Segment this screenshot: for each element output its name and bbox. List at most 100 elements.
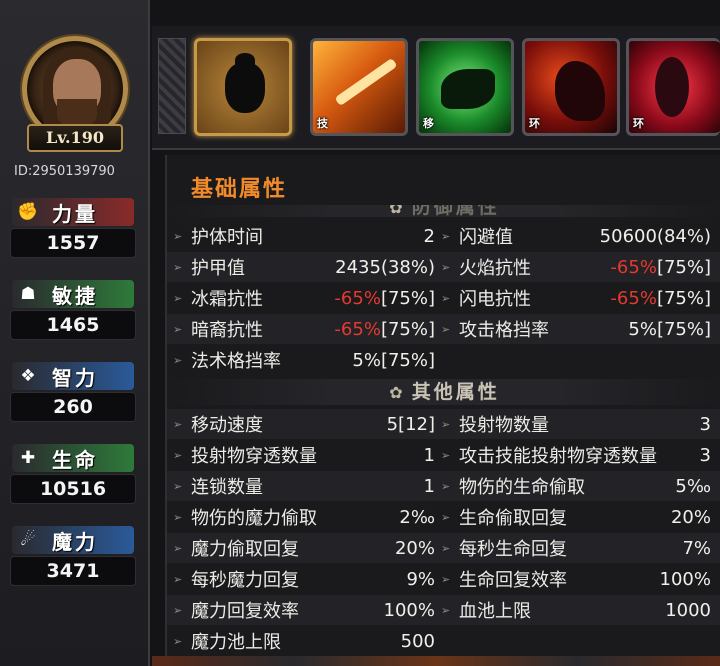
arrow-icon: ➢ — [441, 541, 451, 555]
skill-slot-3[interactable]: 移 — [416, 38, 514, 136]
arrow-icon: ➢ — [441, 479, 451, 493]
attr-value: 3 — [699, 413, 711, 435]
attr-name: 连锁数量 — [191, 477, 263, 498]
attr-value: 5%[75%] — [628, 318, 711, 340]
table-row: ➢ 物伤的魔力偷取 2‰ ➢ 生命偷取回复 20% — [167, 502, 720, 532]
ornament-icon — [158, 38, 186, 134]
attr-name: 物伤的魔力偷取 — [191, 508, 317, 529]
attr-value: 500 — [400, 630, 435, 652]
attr-value: 100% — [659, 568, 711, 590]
attr-value-negative: -65% — [610, 287, 657, 309]
attr-name: 魔力池上限 — [191, 632, 281, 653]
table-row: ➢ 连锁数量 1 ➢ 物伤的生命偷取 5‰ — [167, 471, 720, 501]
arrow-icon: ➢ — [441, 417, 451, 431]
table-row: ➢ 暗裔抗性 -65%[75%] ➢ 攻击格挡率 5%[75%] — [167, 314, 720, 344]
attr-name: 每秒生命回复 — [459, 539, 567, 560]
table-row: ➢ 法术格挡率 5%[75%] — [167, 345, 720, 375]
arrow-icon: ➢ — [441, 603, 451, 617]
attr-value-negative: -65% — [610, 256, 657, 278]
attr-name: 魔力偷取回复 — [191, 539, 299, 560]
skill-tag: 技 — [317, 117, 328, 130]
stat-label: 生命 — [52, 447, 98, 472]
attr-value-cap: [75%] — [656, 256, 711, 278]
attr-name: 护甲值 — [191, 258, 245, 279]
attr-value: 9% — [406, 568, 435, 590]
skill-tag: 移 — [423, 117, 434, 130]
arrow-icon: ➢ — [173, 353, 183, 367]
arrow-icon: ➢ — [173, 634, 183, 648]
table-row: ➢ 每秒魔力回复 9% ➢ 生命回复效率 100% — [167, 564, 720, 594]
arrow-icon: ➢ — [173, 322, 183, 336]
character-panel: Lv.190 ID:2950139790 ✊ 力量 1557 ☗ 敏捷 1465… — [0, 0, 150, 666]
skill-slot-5[interactable]: 环 — [626, 38, 720, 136]
table-row: ➢ 冰霜抗性 -65%[75%] ➢ 闪电抗性 -65%[75%] — [167, 283, 720, 313]
fire-sword-icon — [334, 57, 398, 107]
stat-agility-header: ☗ 敏捷 — [12, 280, 134, 308]
arrow-icon: ➢ — [173, 291, 183, 305]
attr-value: 5%[75%] — [352, 349, 435, 371]
attr-name: 攻击格挡率 — [459, 320, 549, 341]
arrow-icon: ➢ — [173, 417, 183, 431]
stat-label: 力量 — [52, 201, 98, 226]
arrow-icon: ➢ — [441, 291, 451, 305]
attr-name: 生命偷取回复 — [459, 508, 567, 529]
bottom-decoration — [152, 656, 720, 666]
attr-value: 1 — [423, 444, 435, 466]
arrow-icon: ➢ — [173, 229, 183, 243]
attr-value: 1000 — [665, 599, 711, 621]
section-title: 防御属性 — [411, 205, 500, 217]
attr-value: 5‰ — [675, 475, 711, 497]
section-other-header: ✿ 其他属性 — [167, 379, 720, 405]
beetle-body — [225, 63, 265, 113]
stat-value: 3471 — [10, 556, 136, 586]
attr-name: 暗裔抗性 — [191, 320, 263, 341]
stat-value: 260 — [10, 392, 136, 422]
panel-title: 基础属性 — [191, 177, 288, 202]
table-row: ➢ 移动速度 5[12] ➢ 投射物数量 3 — [167, 409, 720, 439]
red-demon-icon — [555, 61, 605, 121]
stat-label: 敏捷 — [52, 283, 98, 308]
attr-value: 2 — [423, 225, 435, 247]
claw-icon: ☄ — [20, 530, 36, 550]
hood-icon: ☗ — [20, 284, 36, 304]
stat-label: 魔力 — [52, 529, 98, 554]
attr-value-negative: -65% — [334, 287, 381, 309]
arrow-icon: ➢ — [173, 603, 183, 617]
attr-value: 100% — [383, 599, 435, 621]
arrow-icon: ➢ — [173, 479, 183, 493]
attr-value: 5[12] — [386, 413, 435, 435]
table-row: ➢ 护甲值 2435(38%) ➢ 火焰抗性 -65%[75%] — [167, 252, 720, 282]
attr-name: 护体时间 — [191, 227, 263, 248]
arrow-icon: ➢ — [441, 572, 451, 586]
attr-value-cap: [75%] — [380, 318, 435, 340]
attribute-panel: 基础属性 ✿ 防御属性 ➢ 护体时间 2 ➢ 闪避值 50600(84%) ➢ 护甲值 243… — [165, 155, 720, 666]
arrow-icon: ➢ — [173, 572, 183, 586]
attr-value: 20% — [394, 537, 435, 559]
stat-value: 1465 — [10, 310, 136, 340]
stat-value: 1557 — [10, 228, 136, 258]
attr-name: 物伤的生命偷取 — [459, 477, 585, 498]
fist-icon: ✊ — [17, 202, 39, 222]
skill-slot-4[interactable]: 环 — [522, 38, 620, 136]
stat-label: 智力 — [52, 365, 98, 390]
arrow-icon: ➢ — [441, 260, 451, 274]
arrow-icon: ➢ — [173, 541, 183, 555]
arrow-icon: ➢ — [441, 322, 451, 336]
skill-slot-2[interactable]: 技 — [310, 38, 408, 136]
arrow-icon: ➢ — [173, 510, 183, 524]
skill-slot-1[interactable] — [194, 38, 292, 136]
table-row: ➢ 护体时间 2 ➢ 闪避值 50600(84%) — [167, 221, 720, 251]
attr-value-cap: [75%] — [656, 287, 711, 309]
stat-life: ✚ 生命 10516 — [8, 444, 136, 514]
attr-name: 冰霜抗性 — [191, 289, 263, 310]
red-spirit-icon — [655, 57, 689, 117]
arrow-icon: ➢ — [173, 260, 183, 274]
table-row: ➢ 魔力回复效率 100% ➢ 血池上限 1000 — [167, 595, 720, 625]
stat-mana: ☄ 魔力 3471 — [8, 526, 136, 596]
attr-name: 闪电抗性 — [459, 289, 531, 310]
arrow-icon: ➢ — [441, 448, 451, 462]
section-defense-header: ✿ 防御属性 — [167, 205, 720, 217]
stat-strength-header: ✊ 力量 — [12, 198, 134, 226]
attr-value: 7% — [682, 537, 711, 559]
attr-name: 投射物穿透数量 — [191, 446, 317, 467]
